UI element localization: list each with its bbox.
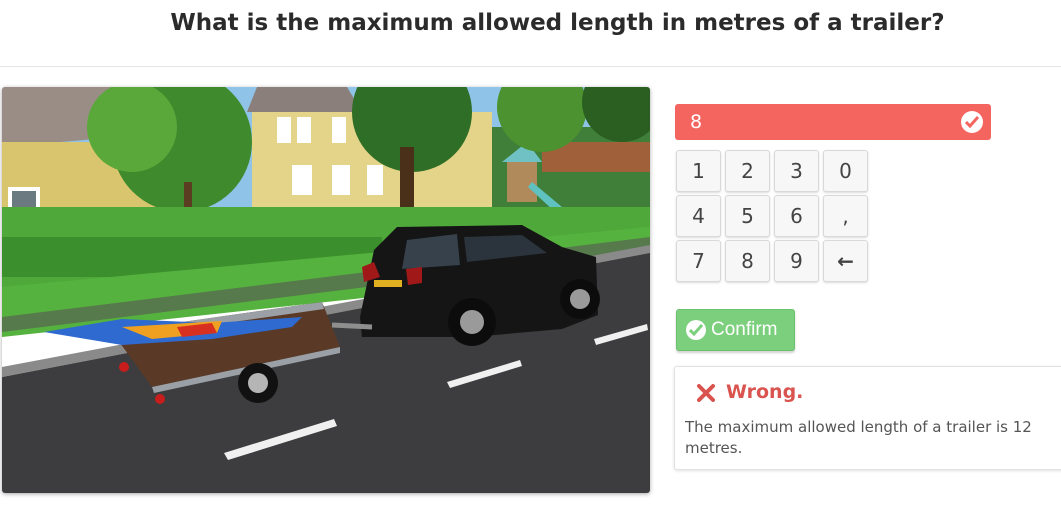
feedback-message: The maximum allowed length of a trailer … [685,418,1032,457]
check-circle-icon [961,111,983,133]
key-8[interactable]: 8 [725,240,770,282]
check-circle-icon [686,320,706,340]
key-1[interactable]: 1 [676,150,721,192]
question-title: What is the maximum allowed length in me… [170,10,945,36]
key-7[interactable]: 7 [676,240,721,282]
key-2[interactable]: 2 [725,150,770,192]
header-divider [0,66,1061,67]
key-3[interactable]: 3 [774,150,819,192]
backspace-key[interactable]: ← [823,240,868,282]
answer-display[interactable]: 8 [675,104,991,140]
question-image [2,87,650,493]
key-6[interactable]: 6 [774,195,819,237]
car-with-trailer-illustration [2,87,650,493]
key-0[interactable]: 0 [823,150,868,192]
key-5[interactable]: 5 [725,195,770,237]
x-icon [697,384,715,407]
confirm-label: Confirm [711,319,778,340]
answer-value: 8 [690,111,703,133]
feedback-title: Wrong. [726,381,804,403]
feedback-panel: Wrong. The maximum allowed length of a t… [674,366,1061,470]
confirm-button[interactable]: Confirm [676,309,795,351]
key-4[interactable]: 4 [676,195,721,237]
key-comma[interactable]: , [823,195,868,237]
key-9[interactable]: 9 [774,240,819,282]
